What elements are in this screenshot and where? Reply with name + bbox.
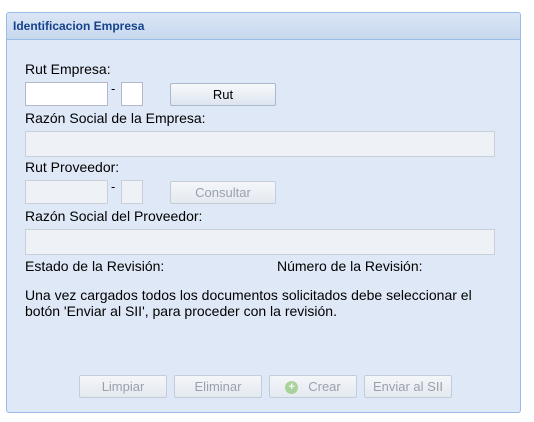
limpiar-button[interactable]: Limpiar (79, 375, 167, 398)
razon-social-proveedor-label: Razón Social del Proveedor: (25, 208, 203, 224)
identificacion-empresa-panel: Identificacion Empresa Rut Empresa: - Ru… (6, 12, 521, 413)
instructions-text: Una vez cargados todos los documentos so… (25, 287, 472, 319)
consultar-button[interactable]: Consultar (170, 181, 276, 204)
rut-proveedor-dash: - (111, 179, 116, 194)
enviar-sii-button[interactable]: Enviar al SII (364, 375, 452, 398)
numero-revision-label: Número de la Revisión: (277, 258, 423, 274)
crear-button-label: Crear (308, 379, 341, 394)
estado-revision-label: Estado de la Revisión: (25, 258, 165, 274)
plus-circle-icon: + (285, 381, 299, 395)
razon-social-empresa-label: Razón Social de la Empresa: (25, 110, 206, 126)
panel-title: Identificacion Empresa (7, 13, 520, 40)
rut-proveedor-dv-input[interactable] (121, 180, 143, 204)
crear-button[interactable]: + Crear (269, 375, 357, 398)
rut-proveedor-label: Rut Proveedor: (25, 159, 120, 175)
razon-social-proveedor-field[interactable] (25, 229, 495, 255)
rut-empresa-label: Rut Empresa: (25, 61, 111, 77)
eliminar-button[interactable]: Eliminar (174, 375, 262, 398)
rut-button[interactable]: Rut (170, 83, 276, 106)
rut-empresa-dv-input[interactable] (121, 82, 143, 106)
razon-social-empresa-field[interactable] (25, 131, 495, 157)
rut-empresa-input[interactable] (25, 82, 108, 106)
rut-proveedor-input[interactable] (25, 180, 108, 204)
rut-empresa-dash: - (111, 81, 116, 96)
